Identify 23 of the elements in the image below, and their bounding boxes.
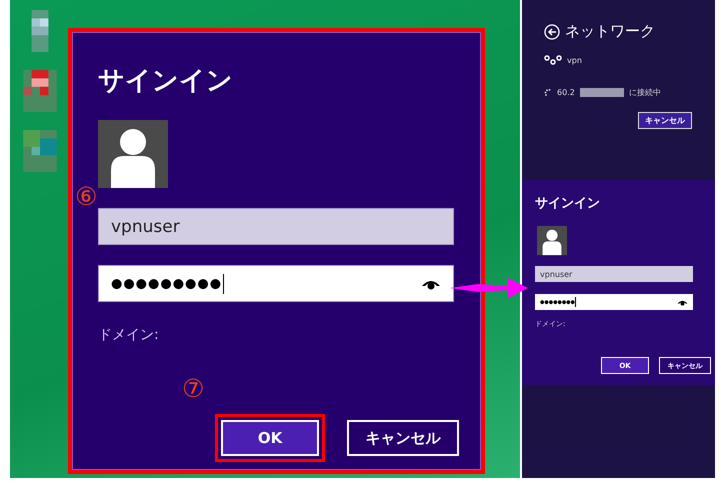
username-field[interactable]: vpnuser <box>98 208 454 245</box>
redacted-address <box>580 88 624 97</box>
avatar-icon <box>537 225 567 256</box>
step-marker: ⑦ <box>182 376 204 401</box>
domain-label: ドメイン: <box>98 326 159 344</box>
dialog-title: サインイン <box>98 65 234 98</box>
cancel-button[interactable]: キャンセル <box>347 420 459 456</box>
connection-status: 60.2 <box>557 88 575 97</box>
dialog-title: サインイン <box>535 195 601 212</box>
ok-button[interactable]: OK <box>221 420 319 456</box>
blurred-desktop-icon[interactable] <box>22 70 58 112</box>
step-marker: ⑥ <box>75 184 98 209</box>
connection-name[interactable]: vpn <box>567 56 582 64</box>
eye-icon[interactable] <box>677 298 688 306</box>
vpn-icon <box>544 55 562 65</box>
cancel-button[interactable]: キャンセル <box>638 112 692 129</box>
spinner-icon <box>544 88 552 96</box>
avatar-icon <box>98 120 168 188</box>
username-field[interactable]: vpnuser <box>535 266 693 282</box>
password-field[interactable]: ●●●●●●●●● <box>98 265 454 302</box>
panel-title: ネットワーク <box>565 22 655 41</box>
connection-status: に接続中 <box>628 87 661 98</box>
back-icon[interactable] <box>544 24 560 40</box>
